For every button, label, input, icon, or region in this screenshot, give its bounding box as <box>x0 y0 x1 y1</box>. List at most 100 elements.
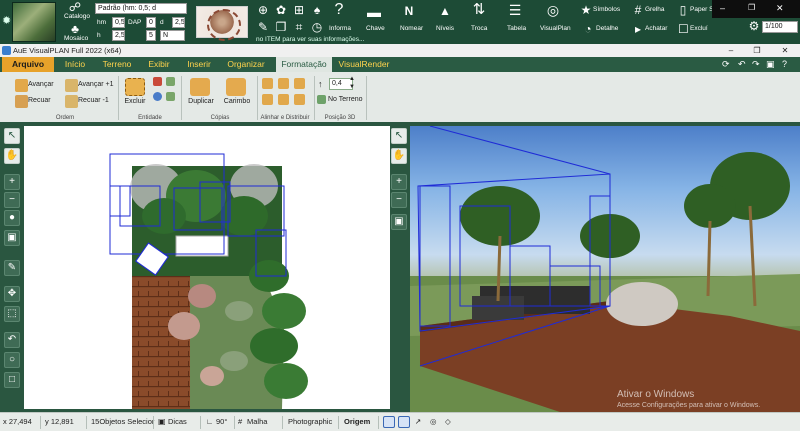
group-icon[interactable] <box>166 77 175 86</box>
mosaic-label[interactable]: Mosaico <box>64 35 88 42</box>
style-select[interactable]: Padrão (hm: 0,5; d <box>95 3 187 14</box>
align-left-icon[interactable] <box>262 78 273 89</box>
hm-input[interactable]: 0,5 <box>112 17 125 28</box>
scale-gear-icon[interactable]: ⚙ <box>748 20 760 32</box>
advance-button[interactable]: Avançar <box>28 81 54 88</box>
grid-icon[interactable]: # <box>632 4 644 16</box>
save-icon[interactable]: ▣ <box>766 59 775 70</box>
advance1-button[interactable]: Avançar +1 <box>78 81 113 88</box>
back-button[interactable]: Recuar <box>28 97 51 104</box>
copy-icon[interactable]: ❐ <box>274 21 288 33</box>
info-label[interactable]: Informa <box>329 25 351 32</box>
swap-label[interactable]: Troca <box>471 25 487 32</box>
align-right-icon[interactable] <box>294 78 305 89</box>
tab-formatacao[interactable]: Formatação <box>276 57 332 72</box>
texture-preview[interactable] <box>196 6 248 41</box>
flower-icon[interactable]: ✿ <box>274 4 288 16</box>
grid-status-icon[interactable]: # <box>238 417 242 426</box>
stamp-button[interactable]: Carimbo <box>220 98 254 105</box>
origin-button[interactable]: Origem <box>344 417 370 426</box>
select-box-icon[interactable]: ⬚ <box>4 306 20 322</box>
align-bottom-icon[interactable] <box>294 94 305 105</box>
snap-line-icon[interactable] <box>383 416 395 428</box>
zoom-in-3d-icon[interactable]: + <box>391 174 407 190</box>
tab-exibir[interactable]: Exibir <box>142 57 176 72</box>
refresh-icon[interactable]: ⟳ <box>722 59 730 70</box>
minimize-top-button[interactable]: – <box>720 3 725 13</box>
levels-label[interactable]: Níveis <box>436 25 454 32</box>
symbols-icon[interactable]: ★ <box>580 4 592 16</box>
tab-organizar[interactable]: Organizar <box>222 57 270 72</box>
zoom-window-icon[interactable]: ▣ <box>4 230 20 246</box>
maximize-button[interactable]: ❐ <box>742 44 772 57</box>
h-input[interactable]: 2,5 <box>112 30 125 41</box>
camera-3d-icon[interactable]: ▣ <box>391 214 407 230</box>
pan-hand-icon[interactable]: ✋ <box>4 148 20 164</box>
spin-down-icon[interactable]: ▼ <box>349 84 355 90</box>
circle-icon[interactable]: ○ <box>4 352 20 368</box>
table-icon[interactable]: ☰ <box>508 3 522 17</box>
close-top-button[interactable]: ✕ <box>776 3 784 14</box>
symbols-label[interactable]: Símbolos <box>593 6 620 13</box>
tab-arquivo[interactable]: Arquivo <box>2 57 54 72</box>
name-label[interactable]: Nomear <box>400 25 423 32</box>
redo-icon[interactable]: ↷ <box>752 59 760 70</box>
tips-icon[interactable]: ▣ <box>158 417 166 426</box>
snap-tangent-icon[interactable] <box>398 416 410 428</box>
align-middle-icon[interactable] <box>278 94 289 105</box>
back1-button[interactable]: Recuar -1 <box>78 97 109 104</box>
select-arrow-3d-icon[interactable]: ↖ <box>391 128 407 144</box>
zoom-out-icon[interactable]: − <box>4 192 20 208</box>
angle-value[interactable]: 90° <box>216 417 227 426</box>
dap-input[interactable]: 0 <box>146 17 156 28</box>
tab-terreno[interactable]: Terreno <box>98 57 136 72</box>
render-mode[interactable]: Photographic <box>288 417 332 426</box>
snap-node-icon[interactable]: ◇ <box>445 417 451 426</box>
clock-icon[interactable]: ◷ <box>310 21 324 33</box>
detail-label[interactable]: Detalhe <box>596 25 618 32</box>
snap-angle-icon[interactable]: ↗ <box>415 417 421 426</box>
north-select[interactable]: N <box>160 30 185 41</box>
spin-up-icon[interactable]: ▲ <box>349 76 355 82</box>
align-top-icon[interactable] <box>262 94 273 105</box>
catalog-label[interactable]: Catalogo <box>64 13 90 20</box>
flatten-icon[interactable]: ▸ <box>632 23 644 35</box>
tab-inserir[interactable]: Inserir <box>182 57 216 72</box>
swap-icon[interactable]: ⇅ <box>472 2 486 17</box>
maximize-top-button[interactable]: ❐ <box>748 3 755 12</box>
move-icon[interactable]: ✥ <box>4 286 20 302</box>
exclude-big-icon[interactable] <box>125 78 145 96</box>
help-icon[interactable]: ? <box>782 59 787 69</box>
table-label[interactable]: Tabela <box>507 25 526 32</box>
tree-icon[interactable]: ♠ <box>310 4 324 16</box>
3d-view-canvas[interactable]: Ativar o Windows Acesse Configurações pa… <box>410 126 800 412</box>
levels-icon[interactable]: ▲ <box>437 5 453 17</box>
transform-icon[interactable]: ⊕ <box>256 4 270 16</box>
pan-hand-3d-icon[interactable]: ✋ <box>391 148 407 164</box>
exclude-button[interactable]: Excluir <box>120 98 150 105</box>
zoom-in-icon[interactable]: + <box>4 174 20 190</box>
plant-thumbnail[interactable] <box>12 2 56 42</box>
flatten-label[interactable]: Achatar <box>645 25 667 32</box>
paper-icon[interactable]: ▯ <box>678 4 688 16</box>
angle-icon[interactable]: ∟ <box>206 417 213 426</box>
duplicate-button[interactable]: Duplicar <box>184 98 218 105</box>
undo-icon[interactable]: ↶ <box>738 59 746 70</box>
tab-inicio[interactable]: Início <box>58 57 92 72</box>
grid-label[interactable]: Grelha <box>645 6 665 13</box>
stamp-icon[interactable] <box>226 78 246 96</box>
visualplan-icon[interactable]: ◎ <box>545 3 561 17</box>
rectangle-icon[interactable]: □ <box>4 372 20 388</box>
paper-label[interactable]: Paper S <box>690 6 714 13</box>
eye-icon[interactable] <box>153 92 162 101</box>
tab-visualrender[interactable]: VisualRender <box>336 57 392 72</box>
lock-icon[interactable] <box>153 77 162 86</box>
zoom-out-3d-icon[interactable]: − <box>391 192 407 208</box>
undo-side-icon[interactable]: ↶ <box>4 332 20 348</box>
duplicate-icon[interactable] <box>190 78 210 96</box>
tips-button[interactable]: Dicas <box>168 417 187 426</box>
zoom-fit-icon[interactable]: ● <box>4 210 20 226</box>
pencil-icon[interactable]: ✎ <box>4 260 20 276</box>
visualplan-label[interactable]: VisualPlan <box>540 25 571 32</box>
exclude-label[interactable]: Excluí <box>690 25 708 32</box>
